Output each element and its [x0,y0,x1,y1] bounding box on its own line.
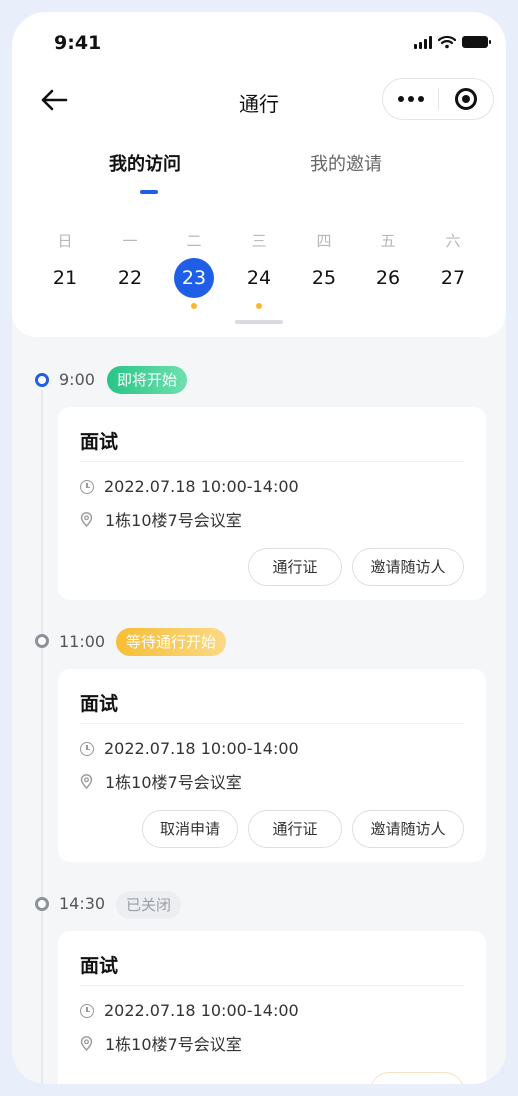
weekday-row: 日 一 二 三 四 五 六 [12,230,506,254]
nav-bar: 通行 [12,78,506,122]
clock-icon [80,1003,94,1018]
date-cell-selected[interactable]: 23 [174,258,214,298]
event-datetime: 2022.07.18 10:00-14:00 [104,477,299,496]
header-card: 9:41 通行 我的访问 我的邀请 日 一 二 三 四 五 六 21 22 23… [12,12,506,337]
cancel-application-button[interactable]: 取消申请 [142,810,238,848]
timeline-time: 14:30 [59,894,106,913]
expand-handle[interactable] [235,320,283,324]
timeline-dot [35,897,49,911]
date-cell[interactable]: 22 [110,258,150,298]
tab-my-visits[interactable]: 我的访问 [109,150,181,176]
status-bar: 9:41 [12,12,506,72]
more-dot-icon [417,96,424,102]
info-datetime: 2022.07.18 10:00-14:00 [80,739,299,758]
event-datetime: 2022.07.18 10:00-14:00 [104,1001,299,1020]
tab-my-invitations[interactable]: 我的邀请 [310,150,382,176]
timeline-line [41,390,43,1084]
info-location: 1栋10楼7号会议室 [80,507,242,531]
location-pin-icon [80,1035,93,1051]
date-cell[interactable]: 21 [45,258,85,298]
status-icons [414,35,491,49]
info-location: 1栋10楼7号会议室 [80,769,242,793]
date-row: 21 22 23 24 25 26 27 [12,258,506,302]
clock-icon [80,479,94,494]
pass-button[interactable]: 通行证 [248,548,342,586]
target-icon [454,88,477,110]
location-pin-icon [80,773,93,789]
card-action-button[interactable] [370,1072,464,1084]
card-divider [80,461,464,462]
event-location: 1栋10楼7号会议室 [105,511,242,530]
card-title: 面试 [80,955,119,977]
event-datetime: 2022.07.18 10:00-14:00 [104,739,299,758]
card-title: 面试 [80,693,119,715]
weekday-label: 一 [122,232,138,250]
battery-icon [462,36,491,48]
timeline-dot [35,634,49,648]
weekday-label: 四 [316,232,332,250]
more-dot-icon [397,96,404,102]
date-cell[interactable]: 24 [239,258,279,298]
status-badge: 即将开始 [107,366,188,394]
tab-bar: 我的访问 我的邀请 [12,150,506,194]
info-datetime: 2022.07.18 10:00-14:00 [80,1001,299,1020]
signal-icon [414,35,432,49]
tab-active-indicator [140,190,158,194]
timeline-time: 9:00 [59,370,95,389]
timeline-dot [35,373,49,387]
invite-companion-button[interactable]: 邀请随访人 [352,548,464,586]
event-dot [191,303,197,309]
info-datetime: 2022.07.18 10:00-14:00 [80,477,299,496]
date-cell[interactable]: 25 [304,258,344,298]
event-location: 1栋10楼7号会议室 [105,1035,242,1054]
event-dot [256,303,262,309]
event-card[interactable]: 面试 2022.07.18 10:00-14:00 1栋10楼7号会议室 [58,931,486,1084]
info-location: 1栋10楼7号会议室 [80,1031,242,1055]
wifi-icon [438,35,456,49]
back-arrow-icon[interactable] [40,88,68,112]
more-dot-icon [407,96,414,102]
pass-button[interactable]: 通行证 [248,810,342,848]
weekday-label: 二 [186,232,202,250]
menu-capsule [382,78,494,120]
card-divider [80,723,464,724]
weekday-label: 日 [57,232,73,250]
timeline-time: 11:00 [59,632,106,651]
status-badge: 等待通行开始 [116,628,227,656]
event-location: 1栋10楼7号会议室 [105,773,242,792]
card-title: 面试 [80,431,119,453]
clock-icon [80,741,94,756]
event-card[interactable]: 面试 2022.07.18 10:00-14:00 1栋10楼7号会议室 通行证… [58,407,486,600]
card-divider [80,985,464,986]
weekday-label: 五 [380,232,396,250]
event-card[interactable]: 面试 2022.07.18 10:00-14:00 1栋10楼7号会议室 取消申… [58,669,486,862]
phone-frame: 9:41 通行 我的访问 我的邀请 日 一 二 三 四 五 六 21 22 23… [12,12,506,1084]
status-badge: 已关闭 [116,891,182,919]
weekday-label: 六 [445,232,461,250]
more-button[interactable] [383,78,438,120]
invite-companion-button[interactable]: 邀请随访人 [352,810,464,848]
date-cell[interactable]: 26 [368,258,408,298]
status-time: 9:41 [54,32,102,54]
location-pin-icon [80,511,93,527]
close-button[interactable] [439,78,493,120]
date-cell[interactable]: 27 [433,258,473,298]
weekday-label: 三 [251,232,267,250]
